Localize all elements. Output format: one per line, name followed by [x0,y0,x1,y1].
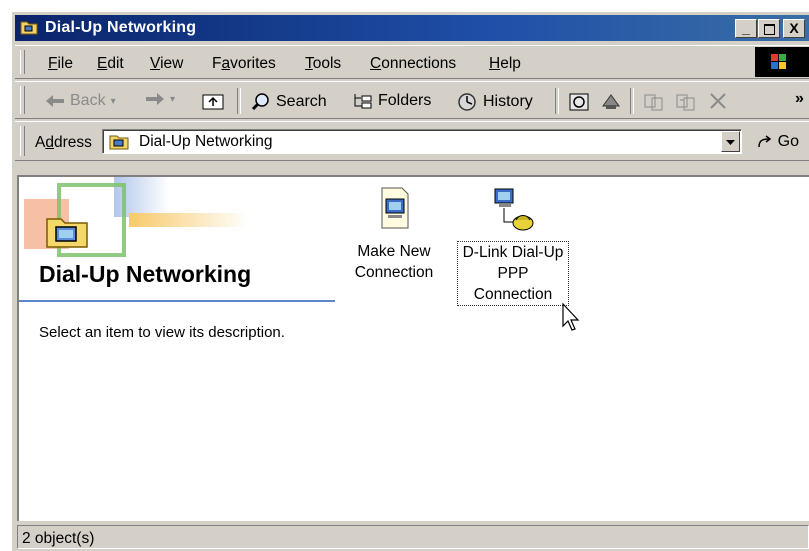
mouse-pointer-icon [562,303,580,331]
up-folder-button[interactable] [202,92,224,110]
disconnect-button[interactable] [568,92,590,112]
copy-to-icon [675,92,697,112]
menubar-grip[interactable] [20,50,25,74]
address-input[interactable]: Dial-Up Networking [102,129,742,154]
menu-edit[interactable]: Edit [97,55,124,73]
copy-to-button[interactable] [675,92,697,112]
item-label-line2: PPP [497,265,529,282]
menu-file[interactable]: File [48,55,73,73]
dialup-folder-icon [109,133,129,150]
forward-button[interactable]: ▾ [145,92,175,106]
address-bar: Address Dial-Up Networking Go [15,121,809,161]
menu-bar: File Edit View Favorites Tools Connectio… [15,45,809,79]
explorer-window: Dial-Up Networking _ X File Edit View Fa… [11,11,809,551]
status-panel: 2 object(s) [17,525,809,549]
dlink-ppp-connection-item[interactable]: D-Link Dial-Up PPP Connection [455,187,571,306]
title-bar[interactable]: Dial-Up Networking _ X [15,15,809,41]
item-label-line2: Connection [354,264,434,281]
forward-dropdown-icon[interactable]: ▾ [170,94,175,105]
menu-view[interactable]: View [150,55,183,73]
status-bar: 2 object(s) [12,521,809,551]
search-button[interactable]: Search [251,92,327,112]
dialup-connection-icon [489,187,537,235]
back-arrow-icon [45,94,65,108]
panel-title-underline [19,300,335,302]
address-label: Address [35,134,92,151]
toolbar-chevron[interactable]: » [795,90,804,108]
item-label-line1: D-Link Dial-Up [462,244,564,261]
go-button[interactable]: Go [757,133,799,151]
map-drive-icon [600,92,622,112]
dialup-folder-icon [20,19,38,35]
item-label-line1: Make New [357,243,431,260]
folders-button[interactable]: Folders [353,92,431,110]
back-button[interactable]: Back ▾ [45,92,116,110]
address-dropdown-button[interactable] [721,131,740,152]
history-button[interactable]: History [456,92,533,112]
address-value: Dial-Up Networking [139,133,273,150]
delete-button[interactable] [708,92,728,110]
toolbar-grip[interactable] [20,86,25,114]
disconnect-icon [568,92,590,112]
folders-icon [353,92,373,110]
windows-logo-icon [755,47,809,77]
panel-title: Dial-Up Networking [39,261,252,287]
dialup-folder-large-icon [45,213,89,249]
search-icon [251,92,271,112]
delete-icon [708,92,728,110]
make-new-connection-item[interactable]: Make New Connection [349,187,439,283]
panel-description: Select an item to view its description. [39,324,285,341]
up-folder-icon [202,92,224,110]
menu-connections[interactable]: Connections [370,55,456,73]
make-new-connection-icon [376,187,412,229]
menu-help[interactable]: Help [489,55,521,73]
forward-arrow-icon [145,92,165,106]
status-text: 2 object(s) [22,530,95,547]
folder-view: Dial-Up Networking Select an item to vie… [17,175,809,529]
item-label-line3: Connection [473,286,553,303]
address-grip[interactable] [20,126,25,156]
toolbar-separator [555,88,559,114]
minimize-button[interactable]: _ [735,19,757,38]
maximize-button[interactable] [758,19,780,38]
map-drive-button[interactable] [600,92,622,112]
menu-favorites[interactable]: Favorites [212,55,276,73]
back-dropdown-icon[interactable]: ▾ [111,96,116,107]
history-icon [456,92,478,112]
standard-toolbar: Back ▾ ▾ Search Folders History » [15,81,809,119]
toolbar-separator [237,88,241,114]
toolbar-separator [630,88,634,114]
close-button[interactable]: X [783,19,805,38]
menu-tools[interactable]: Tools [305,55,341,73]
go-arrow-icon [757,135,773,149]
move-to-button[interactable] [643,92,665,112]
move-to-icon [643,92,665,112]
window-title: Dial-Up Networking [45,19,197,36]
